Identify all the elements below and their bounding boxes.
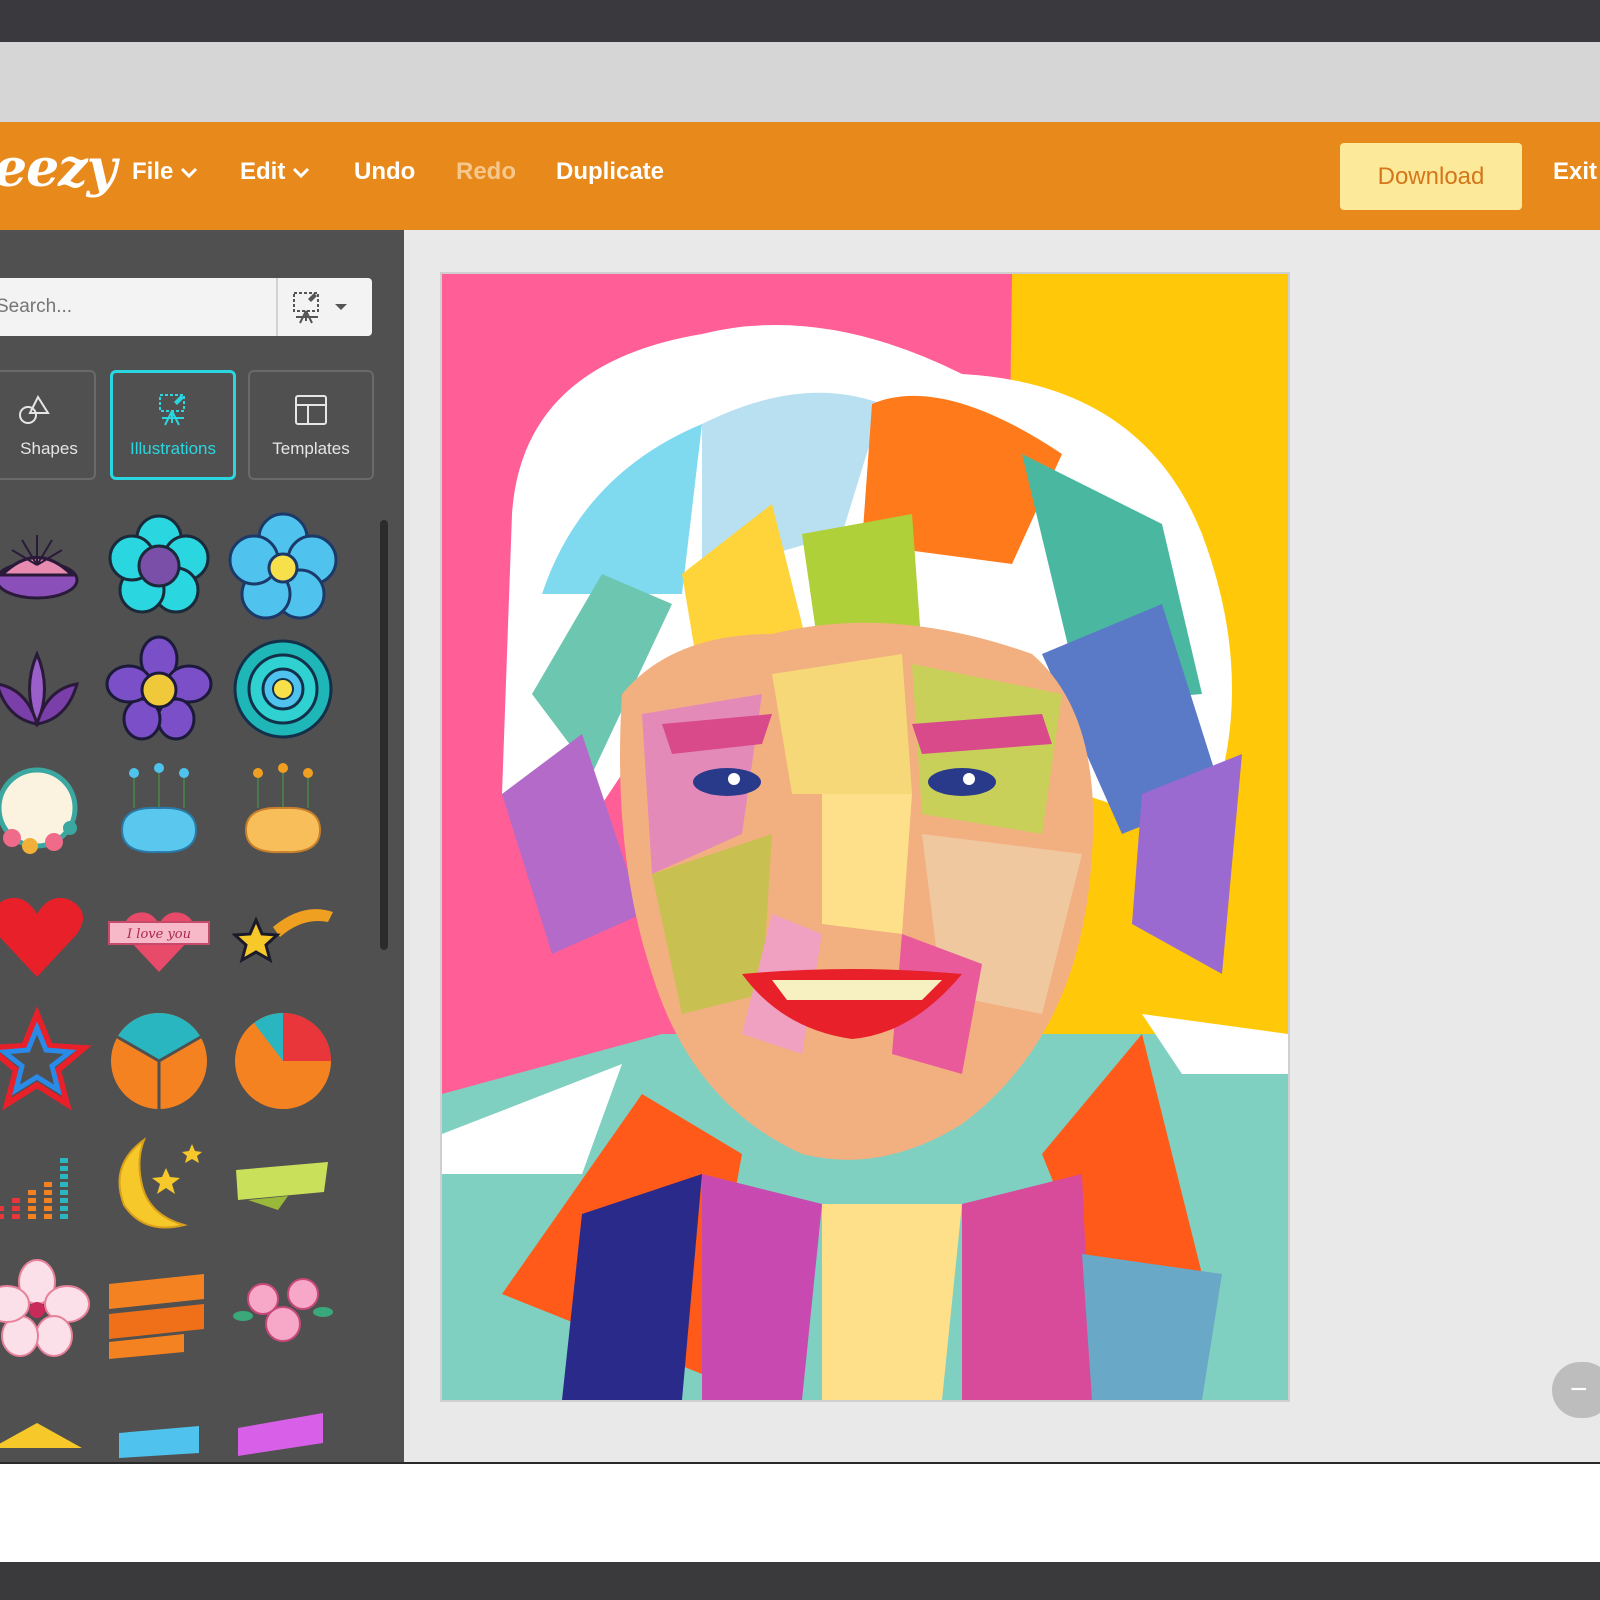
exit-button[interactable]: Exit: [1553, 158, 1597, 186]
undo-button[interactable]: Undo: [354, 158, 415, 186]
browser-chrome: [0, 42, 1600, 122]
purple-ribbon[interactable]: [228, 1378, 338, 1462]
search-divider: [276, 278, 278, 336]
search-category-dropdown[interactable]: [290, 288, 362, 326]
easel-icon: [159, 394, 185, 426]
pie-chart-thirds[interactable]: [104, 1006, 214, 1116]
edit-menu-label: Edit: [240, 158, 286, 185]
sidebar-panel: Shapes Illustrations Templates: [0, 230, 404, 1462]
cyan-flower[interactable]: [104, 510, 214, 620]
chevron-down-icon: [181, 167, 198, 179]
i-love-you-heart[interactable]: I love you: [104, 882, 214, 992]
moon-and-stars[interactable]: [104, 1130, 214, 1240]
chevron-down-icon: [293, 167, 310, 179]
blue-flower[interactable]: [228, 510, 338, 620]
shooting-star[interactable]: [228, 882, 338, 992]
bar-meter[interactable]: [0, 1130, 92, 1240]
orange-ribbon-banner[interactable]: [104, 1254, 214, 1364]
orange-flower-frame[interactable]: [228, 758, 338, 868]
pink-flower-bouquet[interactable]: [228, 1254, 338, 1364]
hibiscus-flower[interactable]: [0, 1254, 92, 1364]
caret-down-icon: [335, 304, 347, 310]
tab-templates[interactable]: Templates: [248, 370, 374, 480]
purple-lotus[interactable]: [0, 634, 92, 744]
edit-menu[interactable]: Edit: [240, 158, 311, 186]
sidebar-scrollbar[interactable]: [380, 520, 388, 950]
yellow-ribbon[interactable]: [0, 1378, 92, 1462]
purple-lotus-flower[interactable]: [0, 510, 92, 620]
footer-area: [0, 1464, 1600, 1562]
device-bezel-top: [0, 0, 1600, 42]
tab-illustrations-label: Illustrations: [130, 439, 216, 458]
floral-wreath-frame[interactable]: [0, 758, 92, 868]
download-button[interactable]: Download: [1340, 143, 1522, 210]
wpap-portrait-artwork: [442, 274, 1288, 1400]
easel-icon: [293, 292, 319, 324]
blue-flower-frame[interactable]: [104, 758, 214, 868]
green-ribbon-banner[interactable]: [228, 1130, 338, 1240]
search-input[interactable]: [0, 278, 266, 336]
tab-shapes[interactable]: Shapes: [0, 370, 96, 480]
red-heart[interactable]: [0, 882, 92, 992]
tab-shapes-label: Shapes: [20, 439, 78, 458]
shapes-icon: [19, 394, 50, 424]
artboard-canvas[interactable]: [440, 272, 1290, 1402]
pie-chart-quarter[interactable]: [228, 1006, 338, 1116]
app-logo[interactable]: eezy: [0, 138, 117, 199]
purple-flower[interactable]: [104, 634, 214, 744]
tab-templates-label: Templates: [272, 439, 350, 458]
file-menu-label: File: [132, 158, 174, 185]
heart-text: I love you: [126, 927, 191, 942]
device-bezel-bottom: [0, 1562, 1600, 1600]
teal-layered-flower[interactable]: [228, 634, 338, 744]
rainbow-star[interactable]: [0, 1006, 92, 1116]
duplicate-button[interactable]: Duplicate: [556, 158, 664, 186]
file-menu[interactable]: File: [132, 158, 199, 186]
redo-button[interactable]: Redo: [456, 158, 516, 186]
zoom-out-button[interactable]: −: [1552, 1362, 1600, 1418]
layout-icon: [295, 395, 327, 425]
tab-illustrations[interactable]: Illustrations: [110, 370, 236, 480]
search-bar: [0, 278, 372, 336]
blue-ribbon[interactable]: [104, 1378, 214, 1462]
